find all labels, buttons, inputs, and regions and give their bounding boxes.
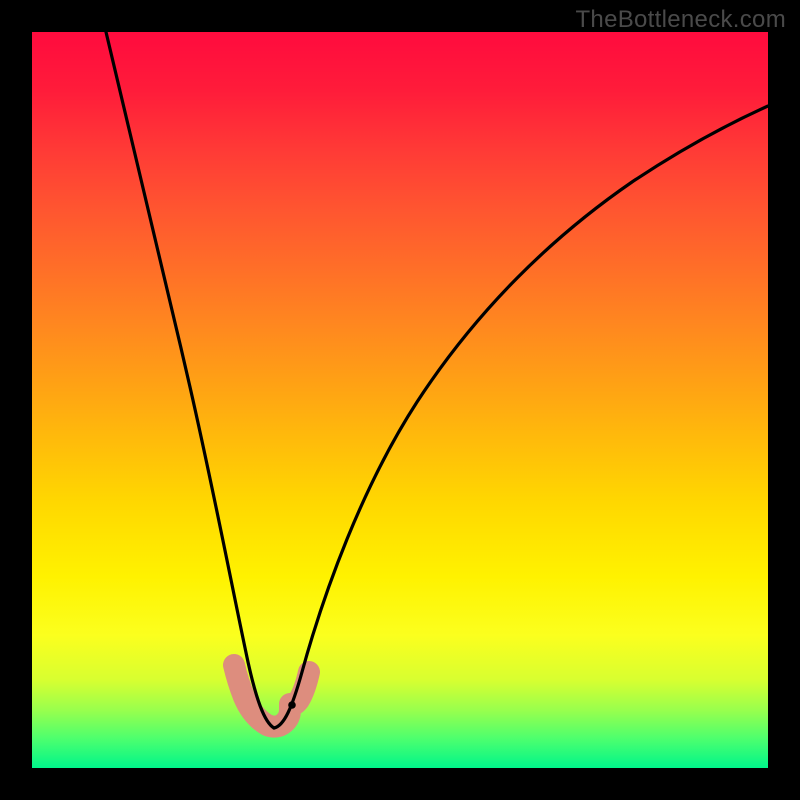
highlight-segment	[234, 665, 309, 727]
curve-right-branch	[274, 106, 768, 728]
watermark-text: TheBottleneck.com	[575, 6, 786, 34]
plot-area	[32, 32, 768, 768]
dot-marker	[288, 701, 296, 709]
curve-layer	[32, 32, 768, 768]
chart-frame: TheBottleneck.com	[0, 0, 800, 800]
curve-left-branch	[106, 32, 274, 728]
